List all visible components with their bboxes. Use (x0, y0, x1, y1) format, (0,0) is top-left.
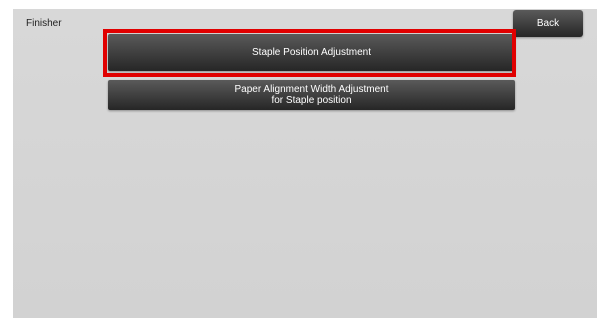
menu-item-label-line-2: for Staple position (271, 95, 352, 106)
back-button[interactable]: Back (513, 10, 583, 37)
page-title: Finisher (26, 18, 62, 29)
paper-alignment-width-adjustment-button[interactable]: Paper Alignment Width Adjustment for Sta… (108, 80, 515, 110)
back-button-label: Back (536, 18, 560, 29)
finisher-screen: Finisher Back Staple Position Adjustment… (13, 9, 597, 318)
staple-position-adjustment-button[interactable]: Staple Position Adjustment (108, 34, 515, 71)
menu-item-label-line-1: Paper Alignment Width Adjustment (234, 84, 389, 95)
menu-item-label: Staple Position Adjustment (252, 47, 371, 58)
